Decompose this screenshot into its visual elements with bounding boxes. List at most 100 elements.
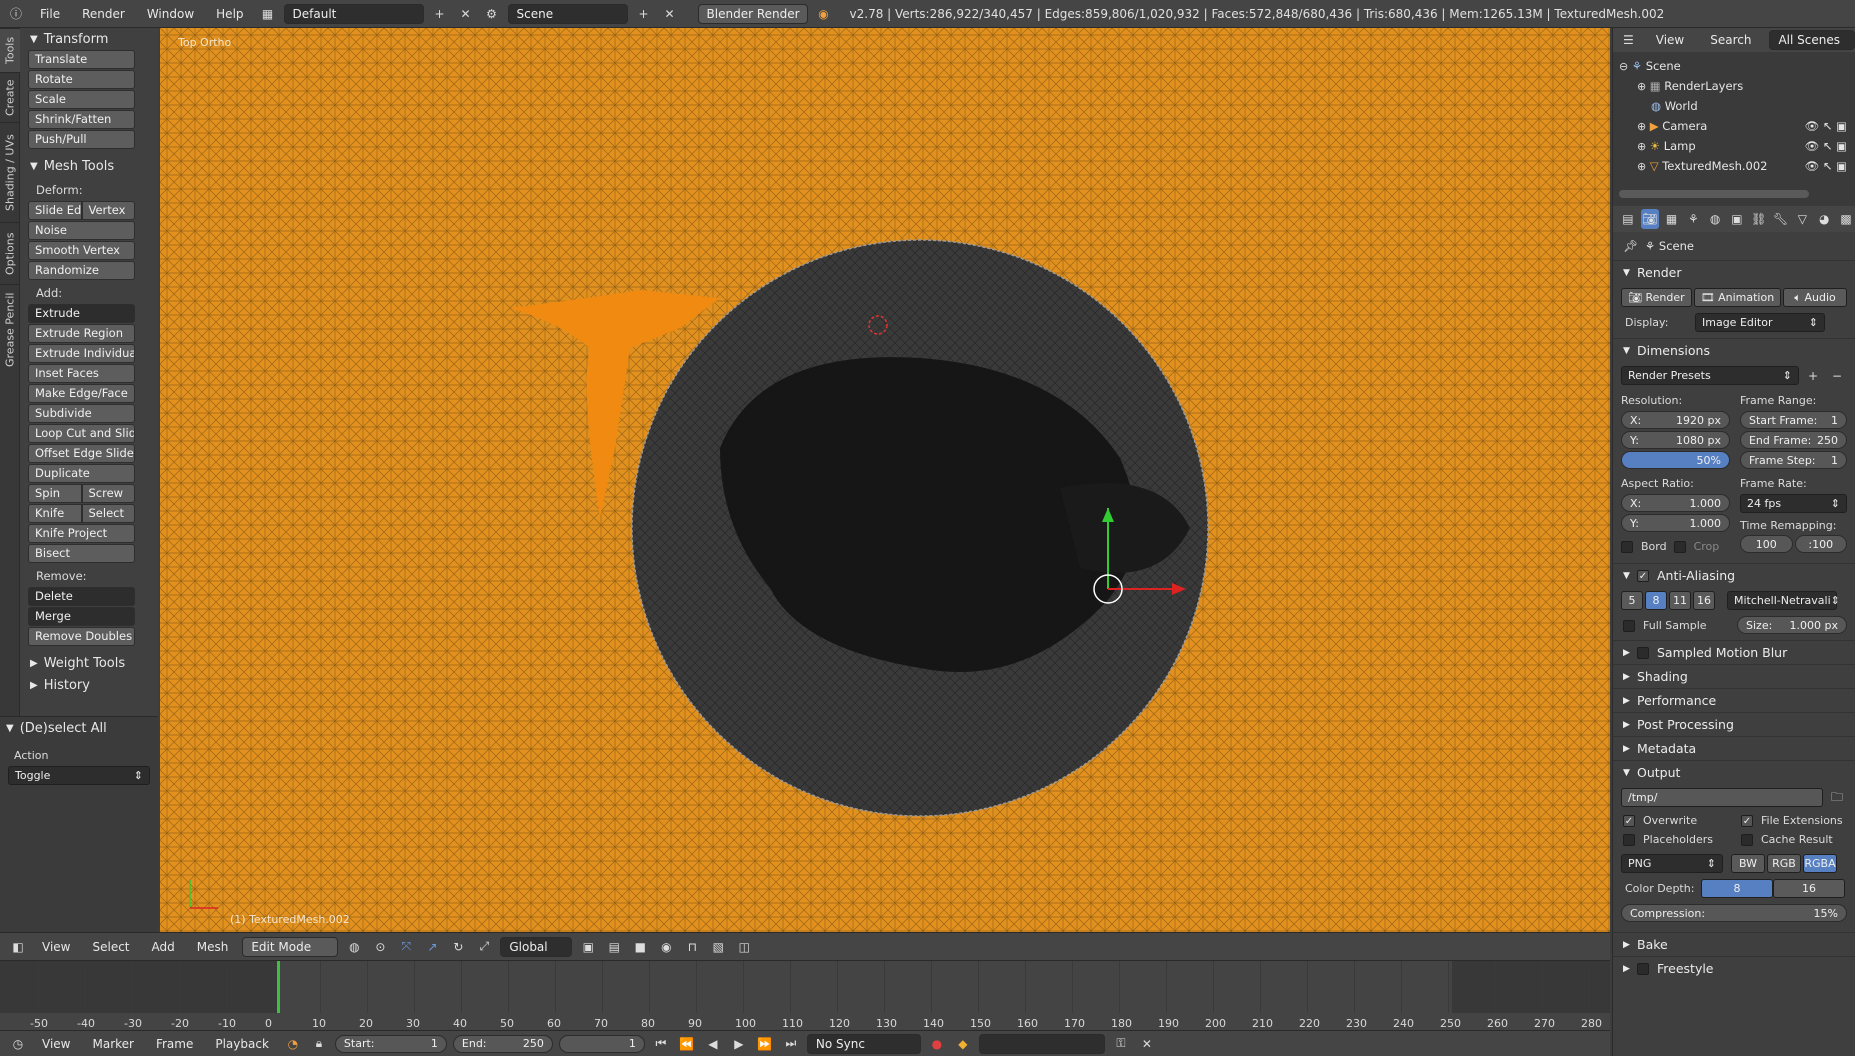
record-icon[interactable]: ● <box>927 1034 947 1054</box>
end-frame-field[interactable]: End: 250 <box>452 1034 553 1053</box>
current-frame-field[interactable]: 1 <box>558 1034 645 1053</box>
outliner-item-camera[interactable]: ⊕ ▶ Camera 👁︎ ↖ ▣ <box>1613 116 1855 136</box>
jump-keyframe-forward-icon[interactable]: ⏩ <box>755 1034 775 1054</box>
add-layout-icon[interactable]: + <box>430 4 450 24</box>
outliner-scrollbar[interactable] <box>1619 190 1809 198</box>
keying-set-field[interactable] <box>978 1033 1105 1054</box>
menu-add[interactable]: Add <box>144 940 183 954</box>
outliner-item-lamp[interactable]: ⊕ ☀ Lamp 👁︎ ↖ ▣ <box>1613 136 1855 156</box>
frame-rate-dropdown[interactable]: 24 fps ⇕ <box>1739 494 1847 513</box>
full-sample-option[interactable]: Full Sample <box>1623 619 1707 632</box>
performance-panel-header[interactable]: ▶ Performance <box>1613 688 1855 712</box>
screen-layout-icon[interactable]: ▦ <box>258 4 278 24</box>
pivot-point-icon[interactable]: ⊙ <box>370 937 390 957</box>
outliner-item-renderlayers[interactable]: ⊕ ▦ RenderLayers <box>1613 76 1855 96</box>
menu-marker[interactable]: Marker <box>84 1037 141 1051</box>
subdivide-button[interactable]: Subdivide <box>28 404 135 423</box>
display-mode-selector[interactable]: All Scenes <box>1769 30 1855 50</box>
full-sample-checkbox[interactable] <box>1623 619 1635 632</box>
aa-samples-8[interactable]: 8 <box>1645 591 1667 610</box>
scale-button[interactable]: Scale <box>28 90 135 109</box>
translate-manipulator-icon[interactable]: ↗ <box>422 937 442 957</box>
overwrite-option[interactable]: ✓ Overwrite <box>1623 814 1741 827</box>
slide-vertex-button[interactable]: Vertex <box>81 201 135 220</box>
snap-icon[interactable]: ⊓ <box>682 937 702 957</box>
knife-select-button[interactable]: Select <box>81 504 135 523</box>
manipulator-toggle-icon[interactable]: ⤧ <box>396 937 416 957</box>
render-preview-icon[interactable]: ▧ <box>708 937 728 957</box>
menu-render[interactable]: Render <box>74 7 133 21</box>
push-pull-button[interactable]: Push/Pull <box>28 130 135 149</box>
info-editor-icon[interactable]: ⓘ <box>6 4 26 24</box>
transform-orientation-selector[interactable]: Global <box>500 936 573 957</box>
object-tab-icon[interactable]: ▣ <box>1728 209 1746 229</box>
playhead-indicator[interactable] <box>277 961 280 1013</box>
menu-select[interactable]: Select <box>84 940 137 954</box>
transform-panel-header[interactable]: ▼ Transform <box>20 28 158 50</box>
slide-edge-button[interactable]: Slide Ed <box>28 201 82 220</box>
post-processing-panel-header[interactable]: ▶ Post Processing <box>1613 712 1855 736</box>
color-rgb-button[interactable]: RGB <box>1767 854 1801 873</box>
render-presets-dropdown[interactable]: Render Presets ⇕ <box>1621 366 1799 385</box>
placeholders-checkbox[interactable] <box>1623 834 1635 846</box>
display-dropdown[interactable]: Image Editor ⇕ <box>1695 313 1825 332</box>
face-select-icon[interactable]: ■ <box>630 937 650 957</box>
pin-icon[interactable]: 📌︎ <box>1623 239 1645 253</box>
scene-tab-icon[interactable]: ⚘ <box>1684 209 1702 229</box>
color-rgba-button[interactable]: RGBA <box>1803 854 1837 873</box>
3d-viewport[interactable]: Top Ortho (1) TexturedMesh.002 <box>160 28 1610 932</box>
render-layers-tab-icon[interactable]: ▦ <box>1663 209 1681 229</box>
camera-icon[interactable]: ◫ <box>734 937 754 957</box>
delete-dropdown[interactable]: Delete <box>28 587 135 606</box>
screw-button[interactable]: Screw <box>81 484 135 503</box>
menu-playback[interactable]: Playback <box>207 1037 277 1051</box>
extrude-individual-button[interactable]: Extrude Individual <box>28 344 135 363</box>
play-icon[interactable]: ▶ <box>729 1034 749 1054</box>
knife-button[interactable]: Knife <box>28 504 82 523</box>
history-panel-header[interactable]: ▶ History <box>20 674 158 696</box>
aa-filter-dropdown[interactable]: Mitchell-Netravali ⇕ <box>1727 591 1840 610</box>
layout-selector[interactable]: Default <box>283 3 424 24</box>
frame-step-field[interactable]: Frame Step: 1 <box>1739 451 1847 469</box>
border-checkbox[interactable] <box>1621 541 1633 553</box>
resolution-y-field[interactable]: Y: 1080 px <box>1621 431 1730 449</box>
duplicate-button[interactable]: Duplicate <box>28 464 135 483</box>
tab-options[interactable]: Options <box>0 222 20 284</box>
sampled-motion-blur-panel-header[interactable]: ▶ Sampled Motion Blur <box>1613 640 1855 664</box>
color-bw-button[interactable]: BW <box>1731 854 1765 873</box>
collapse-icon[interactable]: ⊖ <box>1619 60 1632 73</box>
filter-size-field[interactable]: Size: 1.000 px <box>1737 616 1847 634</box>
scale-manipulator-icon[interactable]: ⤢ <box>474 937 494 957</box>
add-preset-icon[interactable]: + <box>1803 366 1823 386</box>
menu-frame[interactable]: Frame <box>148 1037 201 1051</box>
crop-checkbox[interactable] <box>1673 541 1686 553</box>
rotate-manipulator-icon[interactable]: ↻ <box>448 937 468 957</box>
overwrite-checkbox[interactable]: ✓ <box>1623 815 1635 827</box>
compression-slider[interactable]: Compression: 15% <box>1621 904 1847 922</box>
visibility-icons[interactable]: 👁︎ ↖ ▣ <box>1805 159 1847 173</box>
vertex-select-icon[interactable]: ▣ <box>578 937 598 957</box>
metadata-panel-header[interactable]: ▶ Metadata <box>1613 736 1855 760</box>
shading-panel-header[interactable]: ▶ Shading <box>1613 664 1855 688</box>
lock-icon[interactable]: 🔒︎ <box>309 1034 329 1054</box>
edge-select-icon[interactable]: ▤ <box>604 937 624 957</box>
aspect-x-field[interactable]: X: 1.000 <box>1621 494 1730 512</box>
output-path-field[interactable]: /tmp/ <box>1621 788 1823 807</box>
action-dropdown[interactable]: Toggle ⇕ <box>8 766 150 785</box>
outliner-item-texturedmesh[interactable]: ⊕ ▽ TexturedMesh.002 👁︎ ↖ ▣ <box>1613 156 1855 176</box>
loop-cut-slide-button[interactable]: Loop Cut and Slide <box>28 424 135 443</box>
jump-keyframe-back-icon[interactable]: ⏪ <box>677 1034 697 1054</box>
insert-keyframe-icon[interactable]: ⚿ <box>1111 1034 1131 1054</box>
file-format-dropdown[interactable]: PNG ⇕ <box>1621 854 1723 873</box>
sync-mode-selector[interactable]: No Sync <box>806 1033 921 1054</box>
render-button[interactable]: 📷︎ Render <box>1621 288 1692 307</box>
material-tab-icon[interactable]: ◕ <box>1815 209 1833 229</box>
editor-type-icon[interactable]: ◧ <box>8 937 28 957</box>
render-engine-selector[interactable]: Blender Render <box>697 3 808 24</box>
texture-tab-icon[interactable]: ▩ <box>1837 209 1855 229</box>
motion-blur-checkbox[interactable] <box>1637 646 1649 659</box>
add-scene-icon[interactable]: + <box>634 4 654 24</box>
start-frame-field[interactable]: Start: 1 <box>334 1034 447 1053</box>
shrink-fatten-button[interactable]: Shrink/Fatten <box>28 110 135 129</box>
play-reverse-icon[interactable]: ◀ <box>703 1034 723 1054</box>
